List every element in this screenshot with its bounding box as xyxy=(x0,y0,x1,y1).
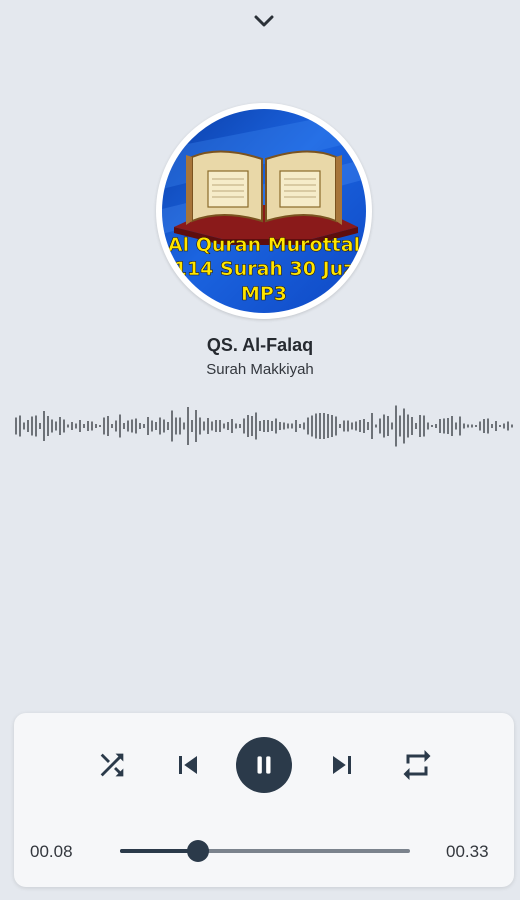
track-subtitle: Surah Makkiyah xyxy=(206,361,314,378)
skip-next-icon xyxy=(333,756,351,774)
total-time: 00.33 xyxy=(446,842,489,861)
seek-bar-thumb[interactable] xyxy=(187,840,210,862)
next-button[interactable] xyxy=(322,745,362,785)
cover-title-line1: Al Quran Murottal xyxy=(167,234,361,257)
audio-waveform xyxy=(15,405,513,447)
track-title: QS. Al-Falaq xyxy=(206,335,314,355)
shuffle-icon xyxy=(100,753,124,777)
seek-bar[interactable] xyxy=(120,840,410,862)
album-cover: Al Quran Murottal 114 Surah 30 Juz MP3 xyxy=(156,103,372,319)
collapse-button[interactable] xyxy=(250,8,278,34)
chevron-down-icon xyxy=(254,15,274,27)
album-art: Al Quran Murottal 114 Surah 30 Juz MP3 xyxy=(162,109,366,313)
skip-previous-icon xyxy=(179,756,197,774)
previous-button[interactable] xyxy=(168,745,208,785)
shuffle-button[interactable] xyxy=(92,745,132,785)
pause-icon xyxy=(257,756,271,774)
repeat-button[interactable] xyxy=(397,745,437,785)
repeat-icon xyxy=(403,750,431,780)
play-pause-button[interactable] xyxy=(236,737,292,793)
cover-title-line2: 114 Surah 30 Juz xyxy=(173,258,355,281)
player-controls-card: 00.08 00.33 xyxy=(14,713,514,887)
elapsed-time: 00.08 xyxy=(30,842,73,861)
cover-title-line3: MP3 xyxy=(240,283,288,306)
